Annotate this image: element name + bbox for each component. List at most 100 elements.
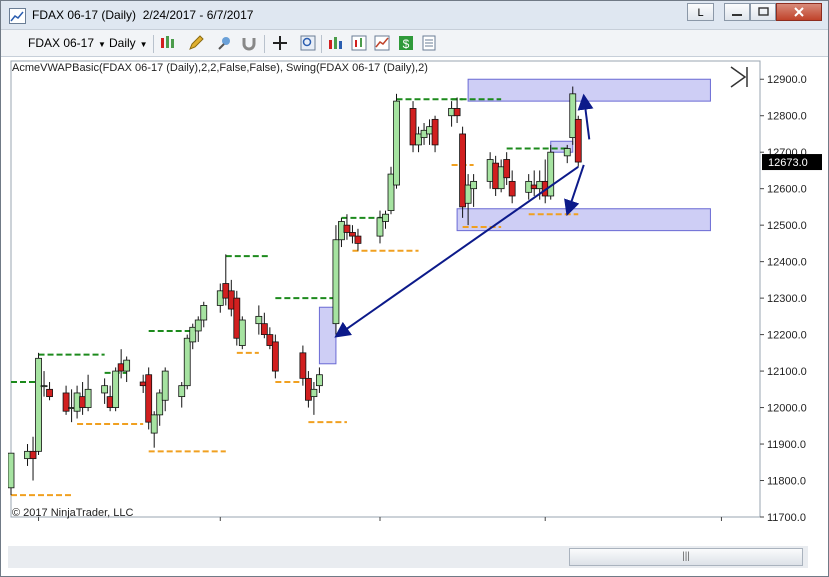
candle-body <box>233 297 241 339</box>
chart-toolbar: FDAX 06-17 ▼ Daily ▼ $ <box>1 29 828 57</box>
candle-body <box>266 334 274 346</box>
last-price-label: 12673.0 <box>768 157 808 169</box>
candle-body <box>569 93 577 139</box>
candle-body <box>459 133 467 208</box>
candle-body <box>530 184 538 190</box>
candle-body <box>376 217 384 237</box>
candle-body <box>40 385 48 388</box>
candle-body <box>156 392 164 416</box>
data-series-icon[interactable] <box>327 34 345 52</box>
candle-body <box>464 184 472 204</box>
candle-body <box>354 235 362 244</box>
zoom-icon[interactable] <box>299 34 317 52</box>
strategies-icon[interactable] <box>373 34 391 52</box>
candle-body <box>563 148 571 157</box>
copyright-label: © 2017 NinjaTrader, LLC <box>12 507 134 519</box>
close-button[interactable] <box>776 3 822 21</box>
maximize-button[interactable] <box>750 3 776 21</box>
pencil-draw-icon[interactable] <box>187 34 205 52</box>
candle-body <box>387 173 395 211</box>
toolbar-separator <box>153 35 154 53</box>
candle-body <box>415 133 422 146</box>
chart-app-icon <box>9 8 26 24</box>
candle-body <box>24 450 31 460</box>
y-tick-label: 12300.0 <box>767 293 807 305</box>
candle-body <box>338 221 345 241</box>
candle-body <box>79 396 86 408</box>
y-tick-label: 12500.0 <box>767 220 807 232</box>
candle-body <box>304 377 312 401</box>
candle-body <box>161 370 169 401</box>
candle-body <box>46 388 53 398</box>
candle-body <box>112 370 120 408</box>
candle-body <box>145 374 153 423</box>
candle-body <box>8 452 15 489</box>
price-chart[interactable]: MarAprMayJunJul12900.012800.012700.01260… <box>8 59 828 521</box>
properties-icon[interactable] <box>420 34 438 52</box>
y-tick-label: 12200.0 <box>767 330 807 342</box>
horizontal-scrollbar[interactable]: ||| <box>8 546 808 568</box>
candle-body <box>448 108 455 117</box>
close-icon <box>794 7 804 17</box>
dollar-icon[interactable]: $ <box>397 34 415 52</box>
candle-body <box>178 385 186 398</box>
candle-body <box>343 224 351 233</box>
candle-body <box>349 232 356 237</box>
svg-text:$: $ <box>403 37 410 51</box>
candle-body <box>150 414 158 434</box>
indicators-icon[interactable] <box>350 34 368 52</box>
instrument-selector[interactable]: FDAX 06-17 ▼ <box>28 36 106 50</box>
candle-body <box>117 363 125 372</box>
candle-body <box>271 341 279 372</box>
candle-body <box>470 180 478 190</box>
instrument-label: FDAX 06-17 <box>28 36 95 50</box>
candle-body <box>183 337 191 387</box>
chevron-down-icon: ▼ <box>98 40 106 49</box>
restore-icon <box>758 7 769 16</box>
candle-body <box>409 108 417 146</box>
y-tick-label: 12000.0 <box>767 403 807 415</box>
candle-body <box>525 180 533 193</box>
candle-body <box>255 315 263 325</box>
minimize-button[interactable] <box>724 3 750 21</box>
candle-body <box>310 388 318 398</box>
candle-body <box>29 450 37 460</box>
window-title: FDAX 06-17 (Daily) 2/24/2017 - 6/7/2017 <box>32 8 254 22</box>
indicator-label: AcmeVWAPBasic(FDAX 06-17 (Daily),2,2,Fal… <box>12 62 428 74</box>
candle-body <box>227 290 235 310</box>
candle-body <box>139 381 147 387</box>
toolbar-separator <box>321 35 322 53</box>
candle-body <box>84 388 92 408</box>
y-tick-label: 11900.0 <box>767 439 806 451</box>
y-tick-label: 11800.0 <box>767 476 806 488</box>
candle-body <box>453 108 461 117</box>
candle-body <box>393 100 400 186</box>
magnet-icon[interactable] <box>240 34 258 52</box>
y-tick-label: 12100.0 <box>767 366 807 378</box>
candle-body <box>73 392 81 412</box>
scrollbar-thumb[interactable]: ||| <box>569 548 803 566</box>
candle-body <box>536 180 544 190</box>
candle-body <box>503 159 511 179</box>
y-tick-label: 11700.0 <box>767 512 806 521</box>
candle-body <box>316 374 323 387</box>
candle-body <box>332 239 340 325</box>
bar-style-icon[interactable] <box>159 34 177 52</box>
candle-body <box>35 357 42 452</box>
candle-body <box>299 352 307 379</box>
y-tick-label: 12600.0 <box>767 184 807 196</box>
candle-body <box>106 396 114 408</box>
candle-body <box>574 118 582 163</box>
pin-icon[interactable] <box>216 34 234 52</box>
candle-body <box>420 129 428 139</box>
candle-body <box>426 126 433 135</box>
period-selector[interactable]: Daily ▼ <box>109 36 148 50</box>
candle-body <box>216 290 224 306</box>
crosshair-icon[interactable] <box>271 34 289 52</box>
candle-body <box>492 162 500 190</box>
y-tick-label: 12400.0 <box>767 257 807 269</box>
link-button[interactable]: L <box>687 3 714 21</box>
chevron-down-icon: ▼ <box>139 40 148 49</box>
minimize-icon <box>732 14 742 16</box>
toolbar-separator <box>264 35 265 53</box>
